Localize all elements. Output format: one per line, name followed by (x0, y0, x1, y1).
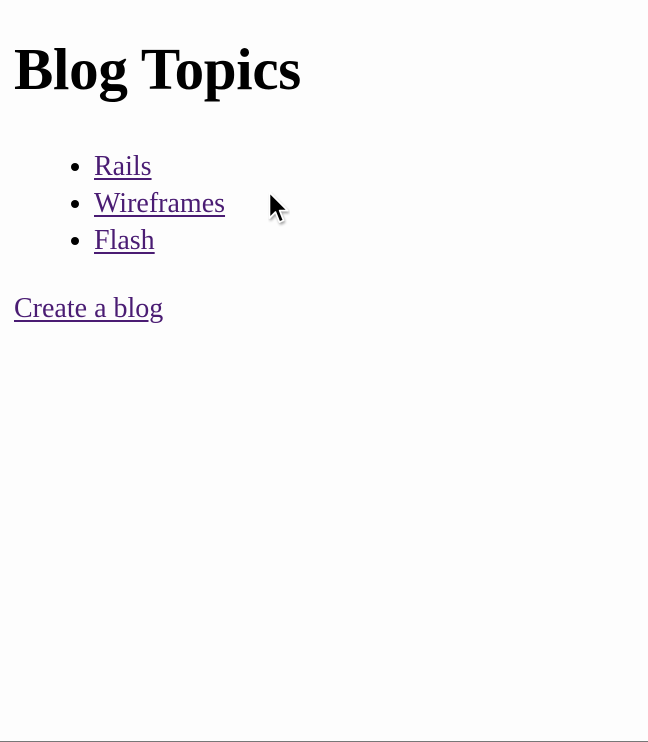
mouse-pointer-icon (268, 191, 289, 223)
page-title: Blog Topics (14, 36, 301, 102)
topic-link-wireframes[interactable]: Wireframes (94, 188, 225, 219)
topic-link-rails[interactable]: Rails (94, 151, 152, 182)
list-item-topic-wireframes: Wireframes (94, 185, 225, 222)
list-item-topic-flash: Flash (94, 222, 225, 259)
list-item-topic-rails: Rails (94, 148, 225, 185)
blog-topic-list: Rails Wireframes Flash (54, 148, 225, 259)
topic-link-flash[interactable]: Flash (94, 225, 155, 256)
create-blog-link[interactable]: Create a blog (14, 290, 163, 327)
